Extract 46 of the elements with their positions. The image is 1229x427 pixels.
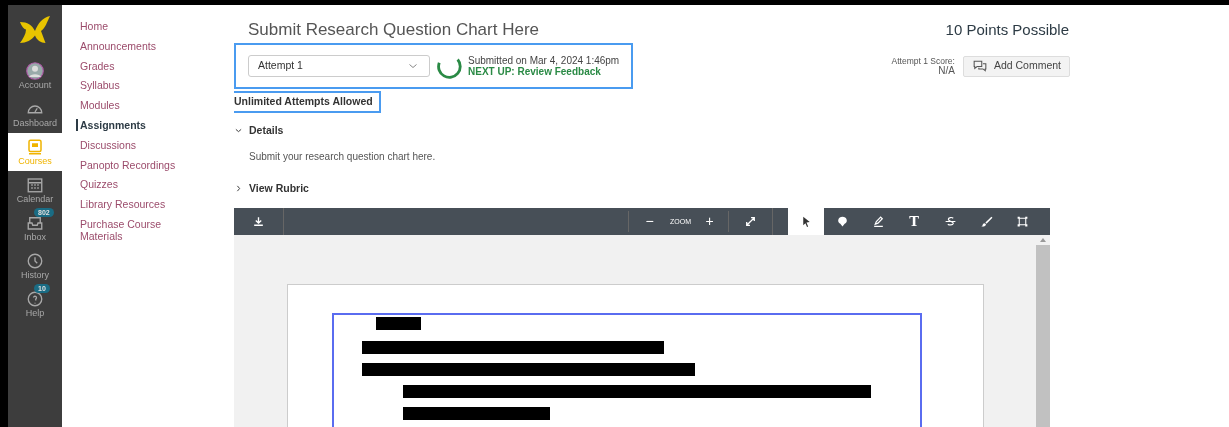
annotation-tool-button[interactable] (788, 208, 824, 236)
highlighter-icon (871, 215, 885, 229)
expand-icon (744, 215, 757, 229)
clock-icon (26, 251, 44, 270)
download-icon (252, 215, 265, 229)
help-icon (26, 289, 44, 308)
disclosure-toggle[interactable]: View Rubric (234, 180, 309, 197)
annotation-tool-button[interactable]: T (896, 208, 932, 236)
course-nav-link[interactable]: Purchase Course Materials (80, 217, 190, 242)
course-nav-link[interactable]: Syllabus (80, 79, 190, 92)
global-nav-item[interactable]: History (8, 247, 62, 285)
book-icon (26, 137, 44, 156)
comment-pin-icon (835, 215, 849, 229)
redaction-bar (376, 317, 421, 331)
course-nav-link[interactable]: Discussions (80, 138, 190, 151)
assignment-title: Submit Research Question Chart Here (248, 19, 540, 41)
brush-icon (979, 215, 993, 229)
global-nav-item[interactable]: Calendar (8, 171, 62, 209)
points-possible: 10 Points Possible (945, 20, 1069, 40)
attempts-allowed-label: Unlimited Attempts Allowed (234, 91, 381, 113)
chevron-right-icon (234, 183, 243, 193)
course-nav-link[interactable]: Quizzes (80, 178, 190, 191)
score-label: Attempt 1 Score: (891, 56, 955, 66)
global-nav-item[interactable]: Dashboard (8, 95, 62, 133)
add-comment-button[interactable]: Add Comment (962, 55, 1070, 77)
area-select-icon (1015, 215, 1029, 229)
details-text: Submit your research question chart here. (249, 149, 437, 164)
comments-icon (971, 59, 988, 73)
global-nav-item[interactable]: Account (8, 57, 62, 95)
course-nav-link[interactable]: Library Resources (80, 198, 190, 211)
next-up-link[interactable]: NEXT UP: Review Feedback (468, 66, 620, 77)
submission-date: Submitted on Mar 4, 2024 1:46pm (468, 55, 620, 66)
zoom-in-button[interactable]: + (691, 211, 729, 233)
zoom-out-button[interactable]: − (628, 211, 670, 233)
avatar-icon (26, 61, 44, 80)
course-nav-link[interactable]: Panopto Recordings (80, 158, 190, 171)
score-value: N/A (938, 66, 955, 76)
attempt-select[interactable]: Attempt 1 (248, 55, 430, 77)
course-nav-link[interactable]: Modules (80, 99, 190, 112)
course-nav-link[interactable]: Grades (80, 59, 190, 72)
course-nav-link[interactable]: Assignments (76, 119, 186, 131)
strikethrough-icon (943, 215, 957, 229)
calendar-icon (26, 175, 44, 194)
course-nav-link[interactable]: Announcements (80, 39, 190, 52)
course-nav-link[interactable]: Home (80, 20, 190, 32)
disclosure-toggle[interactable]: Details (234, 122, 284, 139)
